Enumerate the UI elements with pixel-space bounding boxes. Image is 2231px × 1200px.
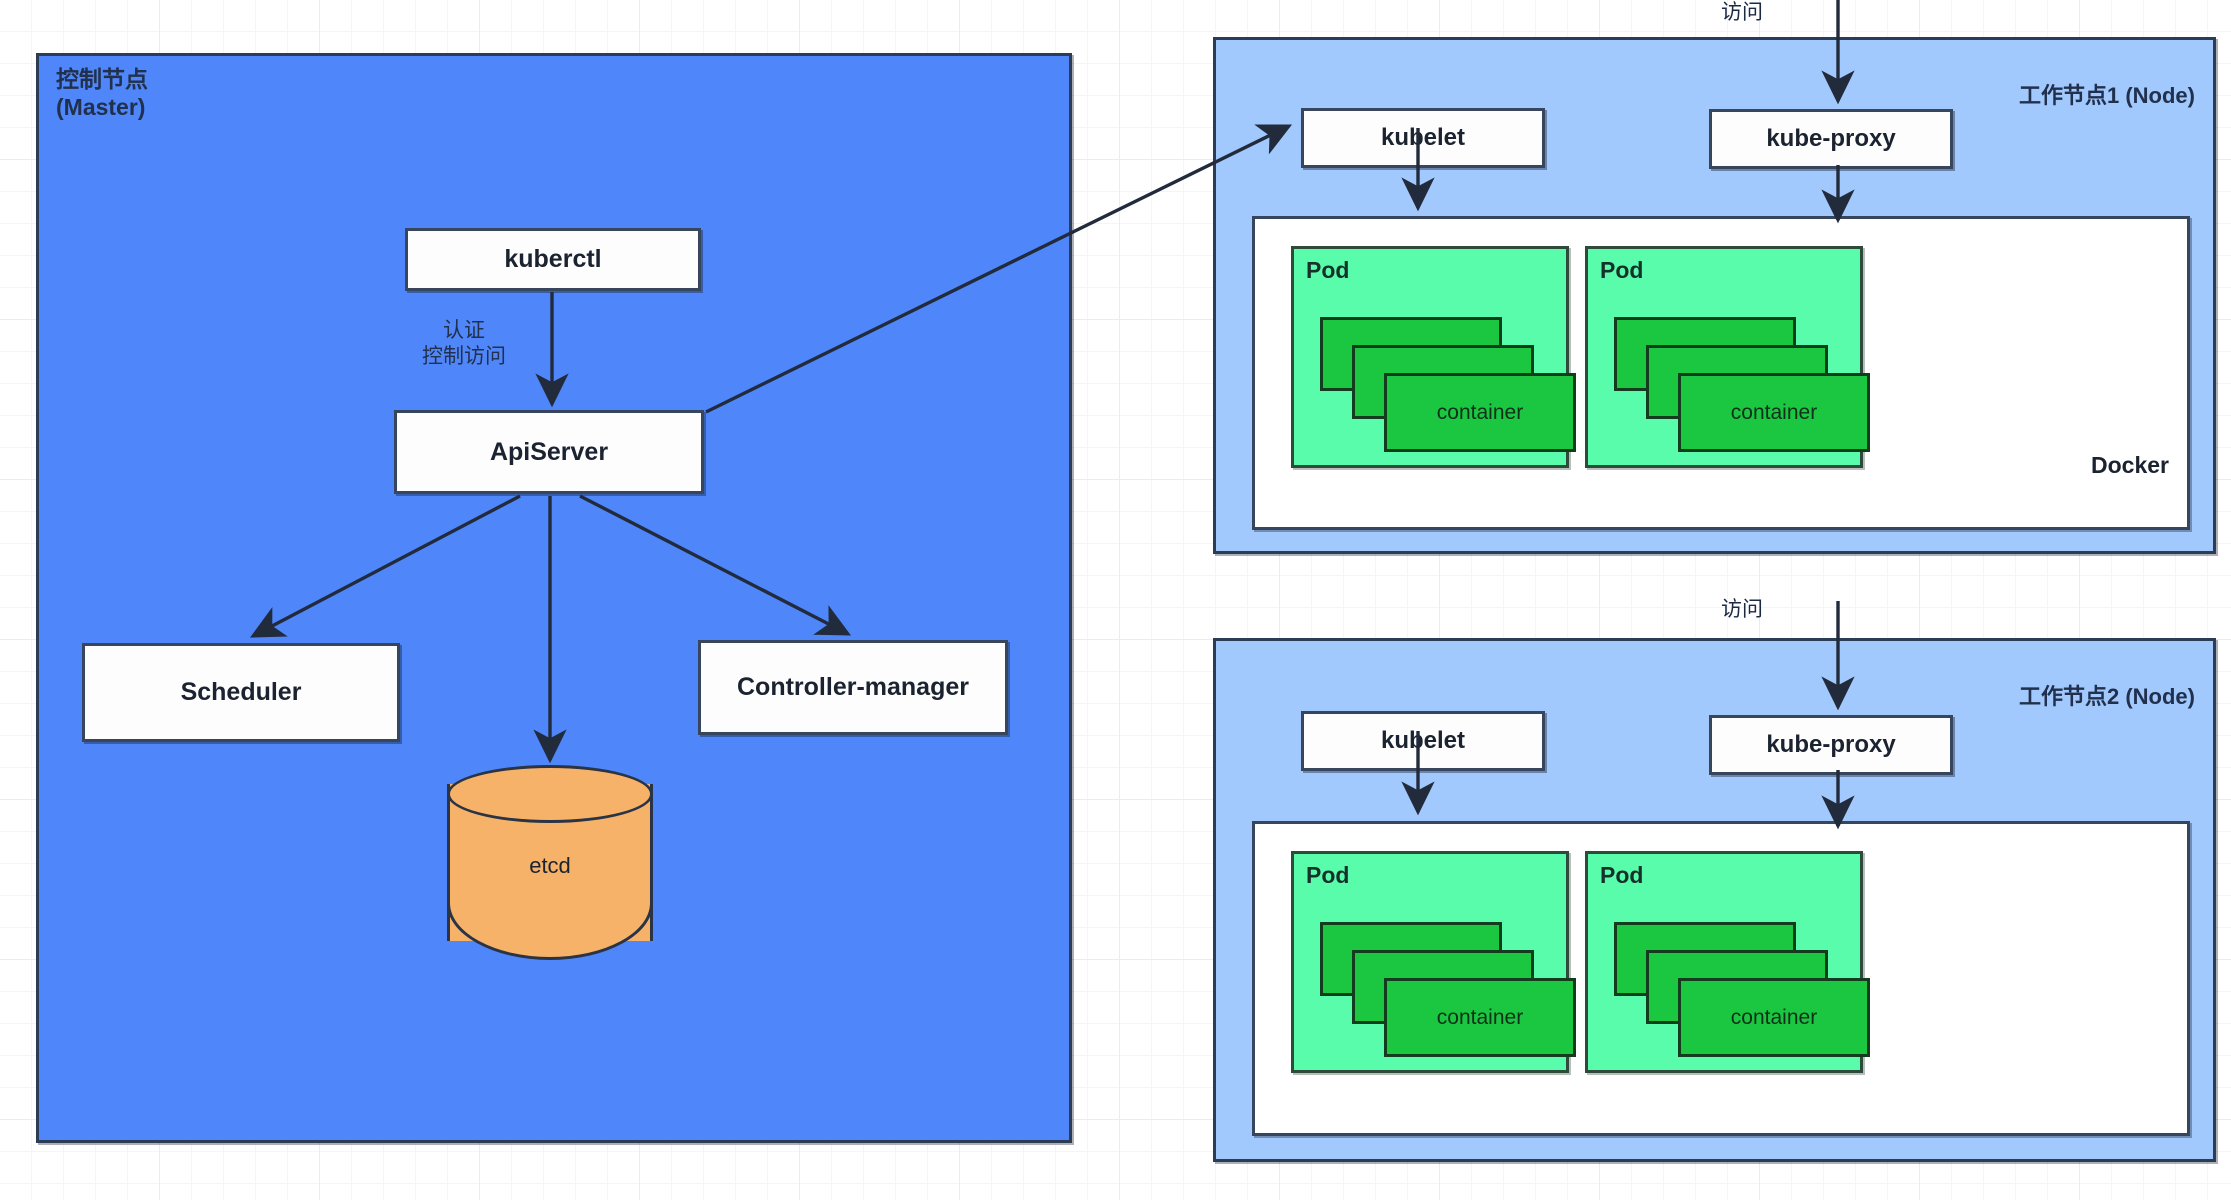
- worker-2-pod-1[interactable]: Pod container: [1291, 851, 1576, 1073]
- controller-manager-box[interactable]: Controller-manager: [698, 640, 1008, 735]
- worker-node-2-container: 工作节点2 (Node) kubelet kube-proxy Pod cont…: [1213, 638, 2216, 1162]
- apiserver-box[interactable]: ApiServer: [394, 410, 704, 494]
- worker-node-1-container: 工作节点1 (Node) kubelet kube-proxy Docker P…: [1213, 37, 2216, 554]
- kuberctl-label: kuberctl: [504, 245, 602, 273]
- worker-1-pod-1[interactable]: Pod container: [1291, 246, 1576, 468]
- controller-manager-label: Controller-manager: [737, 673, 969, 701]
- apiserver-label: ApiServer: [489, 437, 609, 466]
- scheduler-label: Scheduler: [180, 678, 302, 706]
- worker-1-pod-1-container-front[interactable]: container: [1384, 373, 1576, 452]
- worker-2-pod-1-container-front[interactable]: container: [1384, 978, 1576, 1057]
- worker-node-2-title: 工作节点2 (Node): [2018, 684, 2195, 709]
- worker-1-kubelet-box[interactable]: kubelet: [1301, 108, 1545, 168]
- kuberctl-box[interactable]: kuberctl: [405, 228, 701, 291]
- auth-access-edge-label: 认证 控制访问: [422, 319, 506, 369]
- worker-2-access-label: 访问: [1721, 598, 1763, 621]
- worker-1-pod-2-container-label: container: [1730, 400, 1818, 424]
- worker-2-pod-2[interactable]: Pod container: [1585, 851, 1870, 1073]
- worker-1-kube-proxy-box[interactable]: kube-proxy: [1709, 109, 1953, 169]
- worker-2-pod-2-label: Pod: [1600, 862, 1644, 888]
- etcd-cylinder[interactable]: etcd: [447, 765, 653, 960]
- scheduler-box[interactable]: Scheduler: [82, 643, 400, 742]
- worker-2-pod-2-container-label: container: [1730, 1005, 1818, 1029]
- etcd-cylinder-bottom: [447, 903, 653, 960]
- worker-1-pod-2[interactable]: Pod container: [1585, 246, 1870, 468]
- worker-1-pod-1-container-label: container: [1436, 400, 1524, 424]
- worker-1-pod-1-label: Pod: [1306, 257, 1350, 283]
- worker-2-kubelet-label: kubelet: [1380, 727, 1466, 754]
- etcd-cylinder-top: [447, 765, 653, 823]
- worker-2-kubelet-box[interactable]: kubelet: [1301, 711, 1545, 771]
- worker-node-1-title: 工作节点1 (Node): [2018, 83, 2195, 108]
- worker-2-container-runtime-panel: Pod container Pod container: [1252, 821, 2190, 1136]
- worker-1-pod-2-container-front[interactable]: container: [1678, 373, 1870, 452]
- master-node-label: 控制节点 (Master): [56, 66, 148, 121]
- worker-1-runtime-label: Docker: [2091, 452, 2169, 478]
- etcd-label: etcd: [529, 853, 571, 878]
- master-node-container: [36, 53, 1072, 1143]
- worker-2-pod-1-container-label: container: [1436, 1005, 1524, 1029]
- diagram-canvas: 控制节点 (Master) kuberctl 认证 控制访问 ApiServer…: [0, 0, 2231, 1200]
- worker-2-pod-2-container-front[interactable]: container: [1678, 978, 1870, 1057]
- worker-1-pod-2-label: Pod: [1600, 257, 1644, 283]
- worker-1-kube-proxy-label: kube-proxy: [1766, 125, 1896, 152]
- worker-1-container-runtime-panel: Docker Pod container Pod container: [1252, 216, 2190, 530]
- worker-2-pod-1-label: Pod: [1306, 862, 1350, 888]
- worker-1-access-label: 访问: [1721, 1, 1763, 24]
- worker-2-kube-proxy-label: kube-proxy: [1766, 731, 1896, 758]
- worker-1-kubelet-label: kubelet: [1380, 124, 1466, 151]
- worker-2-kube-proxy-box[interactable]: kube-proxy: [1709, 715, 1953, 775]
